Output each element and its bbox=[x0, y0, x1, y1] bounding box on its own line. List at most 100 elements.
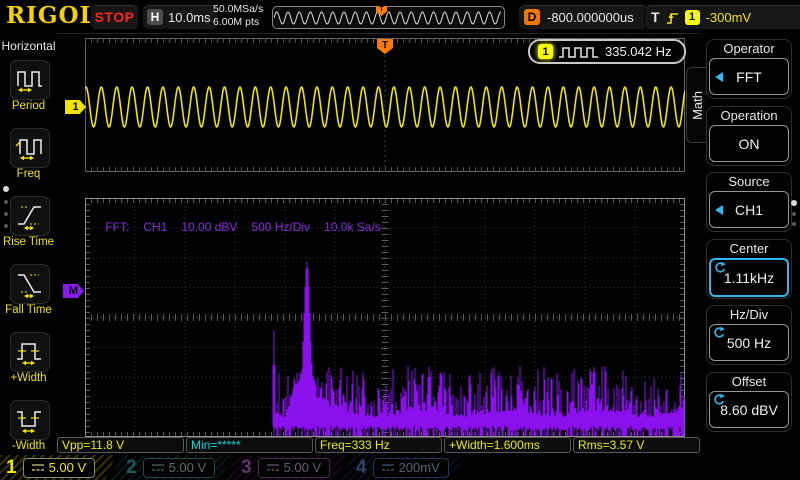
delay-icon: D bbox=[524, 9, 540, 25]
fft-source: CH1 bbox=[143, 220, 167, 234]
operator-label: Operator bbox=[709, 40, 789, 58]
measurement-rms[interactable]: Rms=3.57 V bbox=[573, 437, 700, 453]
channel-3-scale: 5.00 V bbox=[284, 460, 322, 475]
square-wave-icon bbox=[559, 45, 599, 59]
measure-item-rise-time[interactable] bbox=[10, 196, 50, 236]
measure-label-fall-time: Fall Time bbox=[0, 304, 57, 316]
dc-coupling-icon bbox=[32, 463, 44, 472]
measurement-vpp[interactable]: Vpp=11.8 V bbox=[57, 437, 184, 453]
hzdiv-label: Hz/Div bbox=[709, 306, 789, 324]
center-value: 1.11kHz bbox=[724, 270, 774, 286]
softkey-hzdiv[interactable]: Hz/Div 500 Hz bbox=[706, 305, 792, 365]
math-tab-label: Math bbox=[690, 91, 705, 120]
plus-width-icon bbox=[15, 337, 45, 367]
timebase-value: 10.0ms bbox=[168, 10, 211, 25]
preview-wave-icon bbox=[274, 8, 501, 27]
rotary-knob-icon bbox=[712, 393, 725, 406]
measure-item-period[interactable] bbox=[10, 60, 50, 100]
softkey-source[interactable]: Source CH1 bbox=[706, 172, 792, 232]
channel-3-scale-box: 5.00 V bbox=[258, 458, 331, 478]
channel-4-scale-box: 200mV bbox=[373, 458, 449, 478]
softkey-center[interactable]: Center 1.11kHz bbox=[706, 239, 792, 299]
channel-4-scale: 200mV bbox=[399, 460, 440, 475]
measure-item-freq[interactable] bbox=[10, 128, 50, 168]
math-position-marker[interactable]: M bbox=[63, 284, 84, 298]
dropdown-arrow-icon bbox=[715, 205, 723, 215]
channel-1-number: 1 bbox=[6, 457, 17, 479]
center-label: Center bbox=[709, 240, 789, 258]
softkey-operation[interactable]: Operation ON bbox=[706, 106, 792, 166]
channel-4-status[interactable]: 4 200mV bbox=[340, 455, 464, 480]
ch1-position-marker[interactable]: 1 bbox=[65, 100, 86, 114]
measure-label-pos-width: +Width bbox=[0, 372, 57, 384]
measure-label-neg-width: -Width bbox=[0, 440, 57, 452]
dropdown-arrow-icon bbox=[715, 72, 723, 82]
source-label: Source bbox=[709, 173, 789, 191]
dc-coupling-icon bbox=[267, 463, 279, 472]
freq-icon bbox=[15, 133, 45, 163]
measurement-min[interactable]: Min=***** bbox=[186, 437, 313, 453]
channel-2-number: 2 bbox=[126, 457, 137, 479]
channel-3-number: 3 bbox=[241, 457, 252, 479]
channel-2-scale-box: 5.00 V bbox=[143, 458, 216, 478]
channel-2-status[interactable]: 2 5.00 V bbox=[110, 455, 232, 480]
channel-1-scale: 5.00 V bbox=[49, 460, 87, 475]
measurement-freq[interactable]: Freq=333 Hz bbox=[315, 437, 442, 453]
left-menu-title: Horizontal bbox=[0, 39, 57, 53]
channel-3-status[interactable]: 3 5.00 V bbox=[225, 455, 347, 480]
frequency-counter: 1 335.042 Hz bbox=[528, 39, 686, 64]
softkey-offset[interactable]: Offset 8.60 dBV bbox=[706, 372, 792, 432]
channel-1-status[interactable]: 1 5.00 V bbox=[0, 455, 116, 480]
measure-item-pos-width[interactable] bbox=[10, 332, 50, 372]
rotary-knob-icon bbox=[713, 261, 726, 274]
horizontal-timebase-box[interactable]: H 10.0ms bbox=[142, 4, 218, 30]
trigger-source-badge: 1 bbox=[685, 10, 700, 25]
measure-label-period: Period bbox=[0, 100, 57, 112]
offset-label: Offset bbox=[709, 373, 789, 391]
operation-value: ON bbox=[739, 136, 760, 152]
measure-label-freq: Freq bbox=[0, 168, 57, 180]
dc-coupling-icon bbox=[152, 463, 164, 472]
fft-hzdiv: 500 Hz/Div bbox=[251, 220, 310, 234]
right-menu-math: Math Operator FFT Operation ON Source CH… bbox=[700, 33, 800, 455]
channel-4-number: 4 bbox=[356, 457, 367, 479]
counter-value: 335.042 Hz bbox=[605, 44, 672, 59]
channel-2-scale: 5.00 V bbox=[169, 460, 207, 475]
hzdiv-value: 500 Hz bbox=[727, 335, 771, 351]
measure-item-neg-width[interactable] bbox=[10, 400, 50, 440]
dc-coupling-icon bbox=[382, 463, 394, 472]
run-state-indicator[interactable]: STOP bbox=[90, 4, 139, 30]
fft-header-text: FFT:CH110.00 dBV500 Hz/Div10.0k Sa/s bbox=[92, 206, 395, 248]
right-menu-page-dots bbox=[791, 200, 797, 226]
period-icon bbox=[15, 65, 45, 95]
h-key-icon: H bbox=[147, 9, 163, 25]
oscilloscope-screen: RIGOL STOP H 10.0ms 50.0MSa/s 6.00M pts … bbox=[0, 0, 800, 480]
measure-item-fall-time[interactable] bbox=[10, 264, 50, 304]
source-value: CH1 bbox=[735, 202, 763, 218]
run-state-label: STOP bbox=[95, 9, 135, 25]
delay-readout-box[interactable]: D -800.000000us bbox=[518, 4, 648, 30]
memory-waveform-preview[interactable]: T bbox=[272, 6, 505, 29]
operation-label: Operation bbox=[709, 107, 789, 125]
left-menu-horizontal-measure: Horizontal Period Freq bbox=[0, 33, 57, 455]
trigger-readout-box[interactable]: T 1 -300mV bbox=[644, 4, 800, 30]
rise-time-icon bbox=[15, 201, 45, 231]
status-bar: RIGOL STOP H 10.0ms 50.0MSa/s 6.00M pts … bbox=[0, 0, 800, 34]
fft-title: FFT: bbox=[105, 220, 129, 234]
fall-time-icon bbox=[15, 269, 45, 299]
softkey-operator[interactable]: Operator FFT bbox=[706, 39, 792, 99]
math-menu-tab[interactable]: Math bbox=[686, 67, 707, 143]
sample-rate: 50.0MSa/s bbox=[213, 3, 263, 16]
channel-1-scale-box: 5.00 V bbox=[23, 458, 96, 478]
operator-value: FFT bbox=[736, 69, 762, 85]
fft-spectrum-trace bbox=[273, 262, 684, 436]
left-menu-page-dots bbox=[3, 186, 9, 228]
offset-value: 8.60 dBV bbox=[720, 402, 778, 418]
minus-width-icon bbox=[15, 405, 45, 435]
measure-label-rise-time: Rise Time bbox=[0, 236, 57, 248]
memory-depth: 6.00M pts bbox=[213, 16, 263, 29]
delay-value: -800.000000us bbox=[547, 10, 634, 25]
brand-logo: RIGOL bbox=[6, 2, 97, 29]
rotary-knob-icon bbox=[712, 326, 725, 339]
measurement-pwidth[interactable]: +Width=1.600ms bbox=[444, 437, 571, 453]
